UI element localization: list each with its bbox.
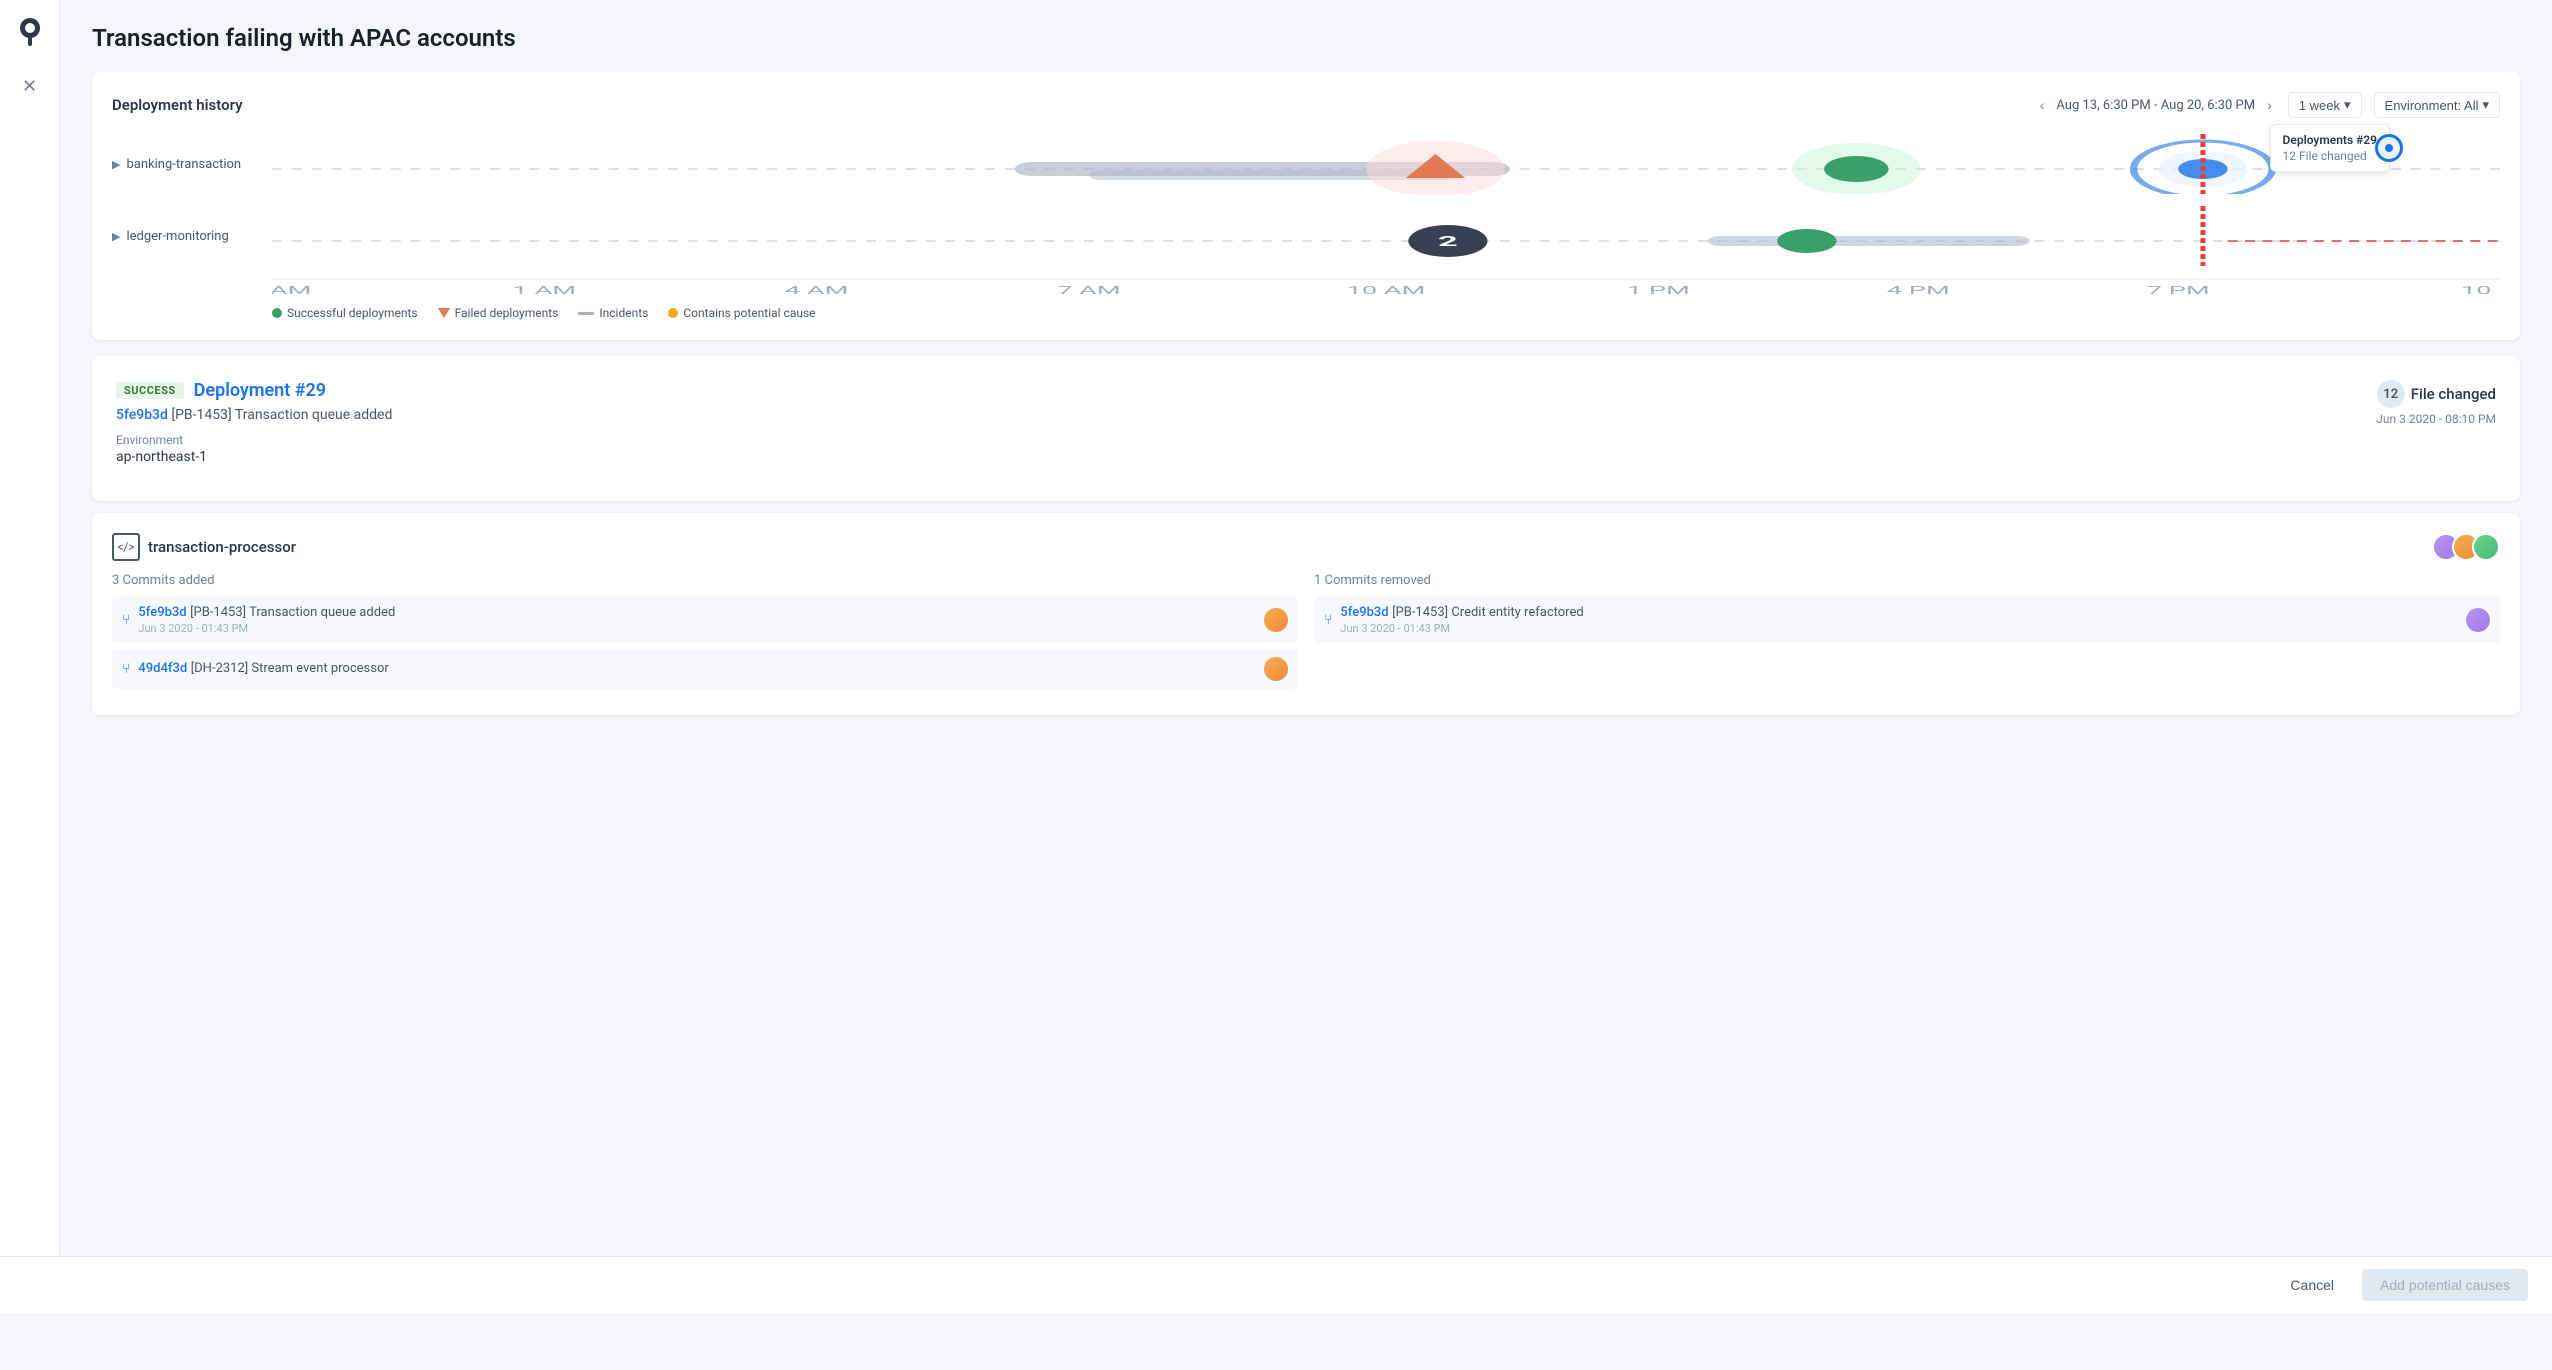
chart-legend: Successful deployments Failed deployment…: [112, 306, 2500, 320]
legend-dot-orange: [668, 308, 678, 318]
deployment-history-section: Deployment history ‹ Aug 13, 6:30 PM - A…: [92, 72, 2520, 340]
file-changed-info: 12 File changed Jun 3 2020 - 08:10 PM: [2376, 380, 2496, 426]
ledger-chart: 2: [272, 206, 2500, 266]
avatar: [2472, 533, 2500, 561]
commits-grid: 3 Commits added ⑂ 5fe9b3d [PB-1453] Tran…: [112, 573, 2500, 695]
chart-label-ledger: ▶ ledger-monitoring: [112, 229, 272, 244]
processor-icon: </>: [112, 533, 140, 561]
deployment-name[interactable]: Deployment #29: [194, 380, 326, 401]
commit-date: Jun 3 2020 - 01:43 PM: [1340, 622, 2458, 635]
svg-text:10 AM: 10 AM: [272, 284, 311, 297]
footer-bar: Cancel Add potential causes: [0, 1256, 2552, 1313]
chevron-down-icon: ▾: [2344, 97, 2351, 113]
commit-avatar: [1264, 608, 1288, 632]
legend-incidents: Incidents: [578, 306, 648, 320]
legend-dash: [578, 312, 594, 315]
svg-text:2: 2: [1438, 233, 1458, 249]
add-potential-causes-button[interactable]: Add potential causes: [2362, 1269, 2528, 1301]
chart-container: ▶ banking-transaction: [112, 134, 2500, 320]
next-time-btn[interactable]: ›: [2263, 95, 2276, 115]
section-title: Deployment history: [112, 96, 243, 114]
deployment-info: SUCCESS Deployment #29 5fe9b3d [PB-1453]…: [116, 380, 392, 465]
commit-row: 5fe9b3d [PB-1453] Transaction queue adde…: [116, 407, 392, 423]
chevron-down-icon: ▾: [2482, 97, 2489, 113]
legend-triangle-red: [438, 308, 450, 318]
env-label: Environment: [116, 433, 392, 447]
legend-failed: Failed deployments: [438, 306, 559, 320]
chart-row-ledger: ▶ ledger-monitoring 2: [112, 206, 2500, 266]
file-date: Jun 3 2020 - 08:10 PM: [2376, 412, 2496, 426]
prev-time-btn[interactable]: ‹: [2036, 95, 2049, 115]
environment-dropdown[interactable]: Environment: All ▾: [2374, 92, 2500, 118]
commit-item: ⑂ 49d4f3d [DH-2312] Stream event process…: [112, 649, 1298, 689]
commit-avatar: [1264, 657, 1288, 681]
commit-message: [PB-1453] Transaction queue added: [171, 407, 392, 423]
deployment-title-row: SUCCESS Deployment #29: [116, 380, 392, 401]
commit-desc: [DH-2312] Stream event processor: [191, 661, 389, 676]
processor-header: </> transaction-processor: [112, 533, 2500, 561]
banking-chart: Deployments #29 12 File changed: [272, 134, 2500, 194]
commit-icon: ⑂: [122, 661, 130, 677]
expand-chevron[interactable]: ▶: [112, 230, 120, 243]
commit-hash-link[interactable]: 49d4f3d: [138, 661, 187, 676]
time-controls: ‹ Aug 13, 6:30 PM - Aug 20, 6:30 PM › 1 …: [2036, 92, 2500, 118]
svg-text:7 PM: 7 PM: [2147, 284, 2210, 297]
x-axis: 10 AM 1 AM 4 AM 7 AM 10 AM 1 PM 4 PM 7 P…: [112, 278, 2500, 298]
avatars: [2432, 533, 2500, 561]
cancel-button[interactable]: Cancel: [2274, 1269, 2350, 1301]
legend-successful: Successful deployments: [272, 306, 418, 320]
close-icon[interactable]: ✕: [22, 76, 37, 97]
commit-item: ⑂ 5fe9b3d [PB-1453] Credit entity refact…: [1314, 596, 2500, 643]
processor-name: transaction-processor: [148, 538, 296, 556]
chart-label-banking: ▶ banking-transaction: [112, 157, 272, 172]
env-value: ap-northeast-1: [116, 449, 392, 465]
commit-info: 5fe9b3d [PB-1453] Transaction queue adde…: [138, 604, 1256, 635]
svg-text:1 AM: 1 AM: [513, 284, 577, 297]
main-content: Transaction failing with APAC accounts D…: [60, 0, 2552, 1313]
time-range: ‹ Aug 13, 6:30 PM - Aug 20, 6:30 PM ›: [2036, 95, 2276, 115]
time-range-label: Aug 13, 6:30 PM - Aug 20, 6:30 PM: [2056, 98, 2255, 113]
period-dropdown[interactable]: 1 week ▾: [2288, 92, 2362, 118]
file-count: 12 File changed: [2376, 380, 2496, 408]
svg-text:7 AM: 7 AM: [1057, 284, 1121, 297]
processor-card: </> transaction-processor: [92, 513, 2520, 715]
page-title: Transaction failing with APAC accounts: [92, 24, 2520, 52]
commit-hash[interactable]: 5fe9b3d: [116, 407, 168, 423]
svg-text:4 AM: 4 AM: [785, 284, 849, 297]
commit-info: 49d4f3d [DH-2312] Stream event processor: [138, 660, 1256, 678]
banking-chart-svg: [272, 134, 2500, 194]
ledger-chart-svg: 2: [272, 206, 2500, 266]
legend-potential-cause: Contains potential cause: [668, 306, 815, 320]
x-axis-svg: 10 AM 1 AM 4 AM 7 AM 10 AM 1 PM 4 PM 7 P…: [272, 278, 2500, 298]
commit-hash-link[interactable]: 5fe9b3d: [1340, 605, 1388, 620]
commit-info: 5fe9b3d [PB-1453] Credit entity refactor…: [1340, 604, 2458, 635]
commits-added-section: 3 Commits added ⑂ 5fe9b3d [PB-1453] Tran…: [112, 573, 1298, 695]
success-badge: SUCCESS: [116, 382, 184, 399]
commits-removed-title: 1 Commits removed: [1314, 573, 2500, 588]
commit-icon: ⑂: [122, 612, 130, 628]
sidebar: ✕: [0, 0, 60, 1313]
legend-dot-green: [272, 308, 282, 318]
file-count-badge: 12: [2377, 380, 2405, 408]
processor-name-row: </> transaction-processor: [112, 533, 296, 561]
expand-chevron[interactable]: ▶: [112, 158, 120, 171]
commits-added-title: 3 Commits added: [112, 573, 1298, 588]
commit-desc: [PB-1453] Transaction queue added: [190, 605, 395, 620]
commit-icon: ⑂: [1324, 612, 1332, 628]
svg-text:1 PM: 1 PM: [1627, 284, 1690, 297]
file-changed-text: File changed: [2411, 385, 2496, 403]
commit-avatar: [2466, 608, 2490, 632]
commit-item: ⑂ 5fe9b3d [PB-1453] Transaction queue ad…: [112, 596, 1298, 643]
commit-desc: [PB-1453] Credit entity refactored: [1392, 605, 1584, 620]
commit-hash-link[interactable]: 5fe9b3d: [138, 605, 186, 620]
svg-text:4 PM: 4 PM: [1887, 284, 1950, 297]
svg-text:10 PM: 10 PM: [2461, 284, 2500, 297]
commits-removed-section: 1 Commits removed ⑂ 5fe9b3d [PB-1453] Cr…: [1314, 573, 2500, 695]
commit-date: Jun 3 2020 - 01:43 PM: [138, 622, 1256, 635]
deployment-header: SUCCESS Deployment #29 5fe9b3d [PB-1453]…: [116, 380, 2496, 465]
svg-text:10 AM: 10 AM: [1347, 284, 1426, 297]
chart-row-banking: ▶ banking-transaction: [112, 134, 2500, 194]
app-logo: [14, 16, 46, 48]
deployment-detail-card: SUCCESS Deployment #29 5fe9b3d [PB-1453]…: [92, 356, 2520, 501]
